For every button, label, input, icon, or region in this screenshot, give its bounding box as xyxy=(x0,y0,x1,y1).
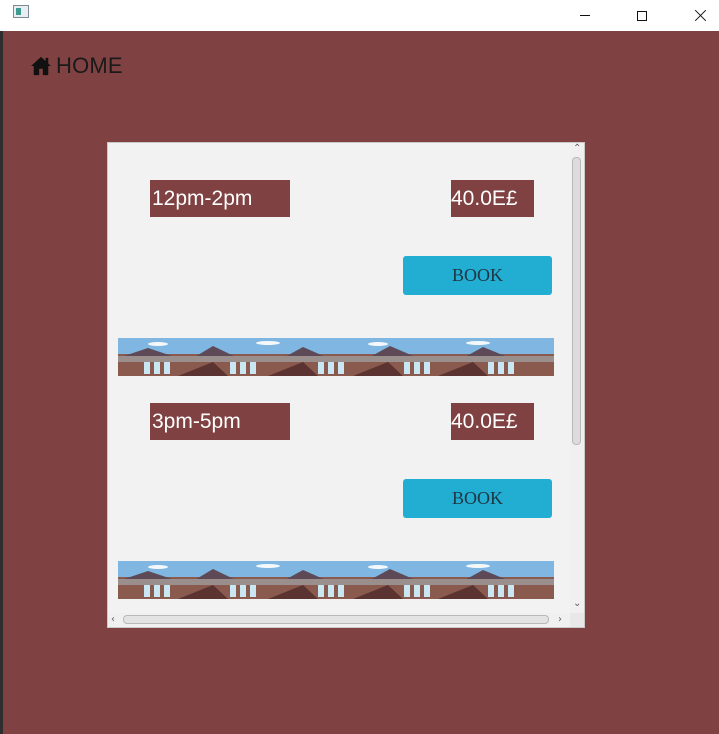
horizontal-scroll-thumb[interactable] xyxy=(123,615,549,624)
aqueduct-banner-image xyxy=(118,338,554,376)
close-icon xyxy=(694,9,707,22)
slots-scroll-pane[interactable]: 12pm-2pm 40.0E£ BOOK 3pm-5pm 40.0E£ BOOK… xyxy=(107,142,585,628)
aqueduct-banner-image xyxy=(118,561,554,599)
slot-price: 40.0E£ xyxy=(451,180,534,217)
minimize-button[interactable] xyxy=(562,0,608,31)
close-button[interactable] xyxy=(677,0,719,31)
horizontal-scrollbar[interactable]: ‹ › xyxy=(108,613,570,627)
slot-time: 3pm-5pm xyxy=(150,403,290,440)
vertical-scrollbar[interactable]: ⌃ ⌄ xyxy=(570,143,584,613)
book-button[interactable]: BOOK xyxy=(403,479,552,518)
scroll-down-icon[interactable]: ⌄ xyxy=(573,599,581,609)
minimize-icon xyxy=(580,15,590,16)
title-bar xyxy=(0,0,719,31)
app-icon xyxy=(13,5,29,18)
maximize-button[interactable] xyxy=(619,0,665,31)
scroll-up-icon[interactable]: ⌃ xyxy=(573,144,581,154)
maximize-icon xyxy=(637,10,647,21)
book-button[interactable]: BOOK xyxy=(403,256,552,295)
home-icon xyxy=(31,56,51,76)
scroll-right-icon[interactable]: › xyxy=(558,615,562,625)
main-content: HOME 12pm-2pm 40.0E£ BOOK 3pm-5pm 40.0E£… xyxy=(3,31,719,734)
home-link[interactable]: HOME xyxy=(30,53,123,79)
vertical-scroll-thumb[interactable] xyxy=(572,157,581,445)
scroll-left-icon[interactable]: ‹ xyxy=(111,615,115,625)
scrollbar-corner xyxy=(570,613,584,627)
slot-time: 12pm-2pm xyxy=(150,180,290,217)
slot-price: 40.0E£ xyxy=(451,403,534,440)
home-label: HOME xyxy=(56,53,123,78)
